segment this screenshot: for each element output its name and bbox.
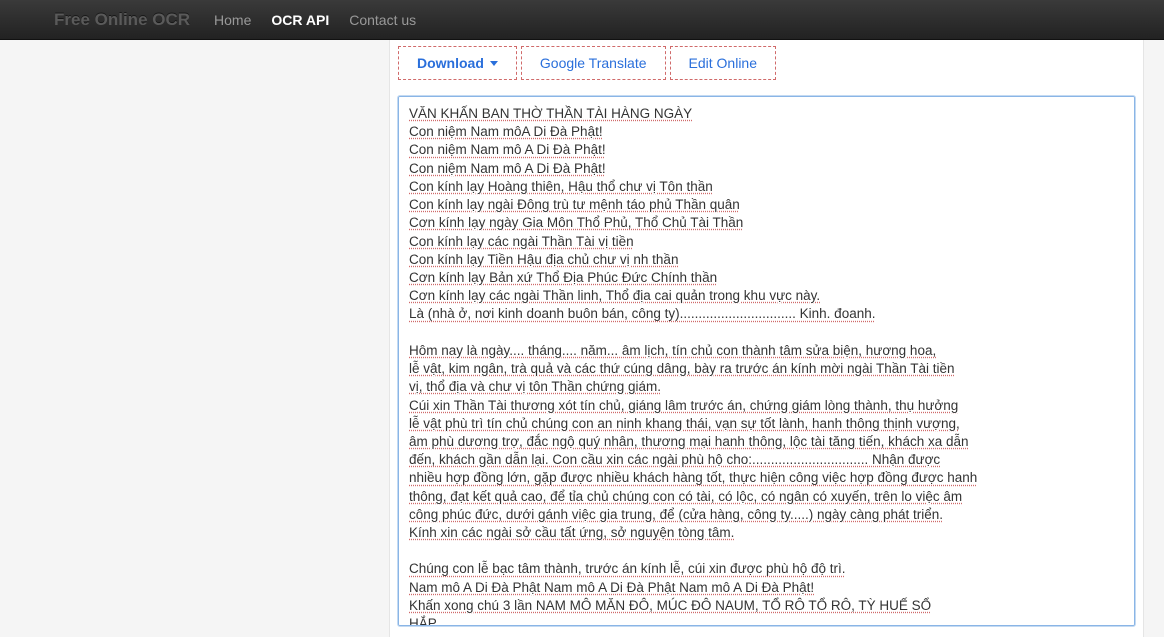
page-wrap: Download Google Translate Edit Online	[0, 40, 1164, 637]
chevron-down-icon	[490, 61, 498, 66]
nav-home[interactable]: Home	[214, 12, 251, 28]
nav-ocr-api[interactable]: OCR API	[271, 12, 329, 28]
nav-contact[interactable]: Contact us	[349, 12, 416, 28]
navbar-brand[interactable]: Free Online OCR	[16, 10, 190, 30]
ocr-output-textarea[interactable]	[398, 96, 1135, 626]
download-button[interactable]: Download	[398, 46, 517, 80]
navbar: Free Online OCR Home OCR API Contact us	[0, 0, 1164, 40]
content-column: Download Google Translate Edit Online	[389, 40, 1144, 637]
download-label: Download	[417, 55, 484, 71]
edit-online-button[interactable]: Edit Online	[670, 46, 776, 80]
google-translate-button[interactable]: Google Translate	[521, 46, 666, 80]
toolbar: Download Google Translate Edit Online	[390, 40, 1143, 92]
